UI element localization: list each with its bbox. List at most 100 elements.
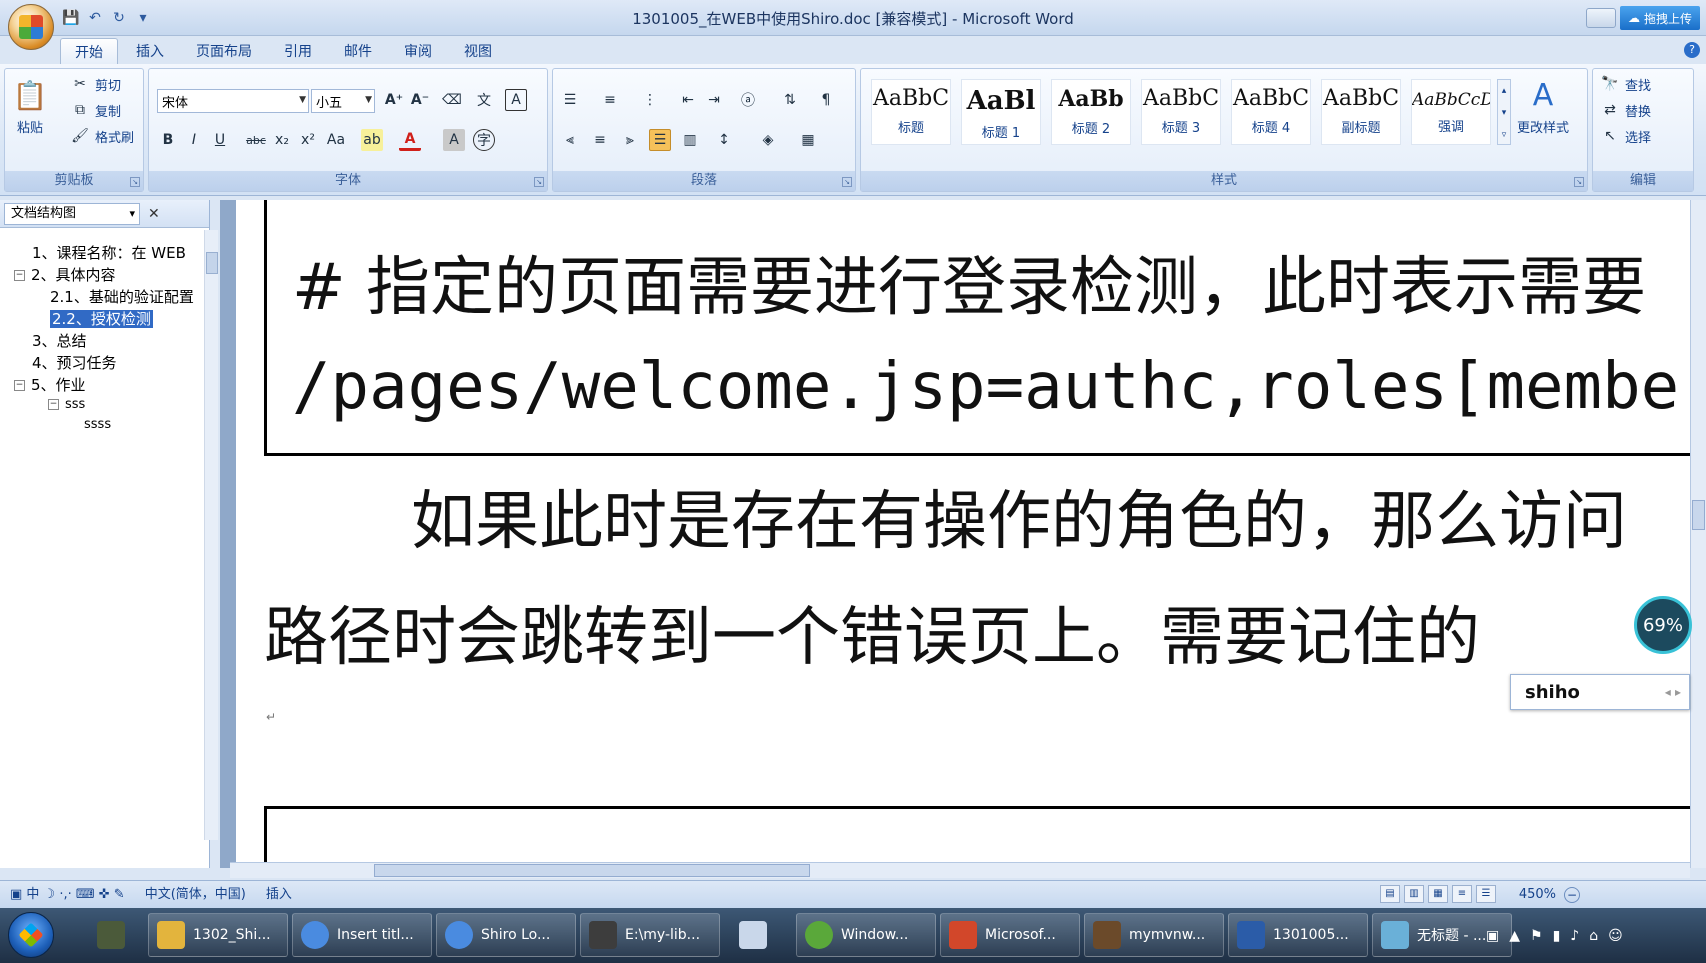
highlight-icon[interactable]: ab bbox=[361, 129, 383, 151]
bold-icon[interactable]: B bbox=[157, 129, 179, 151]
select-button[interactable]: ↖ 选择 bbox=[1599, 125, 1651, 147]
style-heading-4[interactable]: AaBbC 标题 4 bbox=[1231, 79, 1311, 145]
print-layout-icon[interactable]: ▤ bbox=[1380, 885, 1400, 903]
clipboard-launcher-icon[interactable]: ↘ bbox=[130, 177, 140, 187]
taskbar-item[interactable]: Microsof... bbox=[940, 913, 1080, 957]
document-page[interactable]: # 指定的页面需要进行登录检测，此时表示需要 /pages/welcome.js… bbox=[236, 200, 1690, 868]
collapse-icon[interactable]: − bbox=[48, 399, 59, 410]
tree-item[interactable]: ssss bbox=[84, 414, 111, 436]
ime-toolbar[interactable]: ▣ 中 ☽ ·,· ⌨ ✜ ✎ bbox=[0, 881, 135, 909]
clear-format-icon[interactable]: ⌫ bbox=[441, 89, 463, 111]
tree-item[interactable]: 3、总结 bbox=[32, 330, 87, 352]
tree-item[interactable]: 1、课程名称：在 WEB bbox=[32, 242, 186, 264]
find-button[interactable]: 🔭 查找 bbox=[1599, 73, 1651, 95]
arrows-icon[interactable]: ◂ ▸ bbox=[1665, 685, 1681, 699]
cut-button[interactable]: ✂ 剪切 bbox=[69, 73, 121, 95]
home-icon[interactable]: ⌂ bbox=[1589, 928, 1598, 944]
copy-button[interactable]: ⧉ 复制 bbox=[69, 99, 121, 121]
office-button[interactable] bbox=[8, 4, 54, 50]
chinese-layout-icon[interactable]: ⓐ bbox=[737, 89, 759, 111]
phonetic-guide-icon[interactable]: 文 bbox=[473, 89, 495, 111]
char-border-icon[interactable]: A bbox=[505, 89, 527, 111]
flag-icon[interactable]: ⚑ bbox=[1530, 928, 1543, 944]
style-heading-3[interactable]: AaBbC 标题 3 bbox=[1141, 79, 1221, 145]
align-right-icon[interactable]: ⫸ bbox=[619, 129, 641, 151]
scroll-thumb[interactable] bbox=[1692, 500, 1705, 530]
style-subtitle[interactable]: AaBbC 副标题 bbox=[1321, 79, 1401, 145]
line-spacing-icon[interactable]: ↕ bbox=[713, 129, 735, 151]
outline-icon[interactable]: ≡ bbox=[1452, 885, 1472, 903]
italic-icon[interactable]: I bbox=[183, 129, 205, 151]
change-styles-button[interactable]: A 更改样式 bbox=[1517, 75, 1569, 137]
taskbar-item[interactable]: Insert titl... bbox=[292, 913, 432, 957]
collapse-icon[interactable]: − bbox=[14, 380, 25, 391]
replace-button[interactable]: ⇄ 替换 bbox=[1599, 99, 1651, 121]
tab-home[interactable]: 开始 bbox=[60, 38, 118, 64]
ime-icon[interactable]: ▣ bbox=[1486, 928, 1499, 944]
zoom-out-icon[interactable]: − bbox=[1564, 887, 1580, 903]
taskbar-item[interactable]: E:\my-lib... bbox=[580, 913, 720, 957]
grow-font-icon[interactable]: A⁺ bbox=[383, 89, 405, 111]
network-icon[interactable]: ▮ bbox=[1553, 928, 1561, 944]
paragraph-launcher-icon[interactable]: ↘ bbox=[842, 177, 852, 187]
scroll-thumb[interactable] bbox=[374, 864, 810, 877]
taskbar-item[interactable]: Window... bbox=[796, 913, 936, 957]
style-title[interactable]: AaBbC 标题 bbox=[871, 79, 951, 145]
tab-review[interactable]: 审阅 bbox=[390, 38, 446, 64]
language-indicator[interactable]: 中文(简体，中国) bbox=[135, 881, 256, 909]
borders-icon[interactable]: ▦ bbox=[797, 129, 819, 151]
bullets-icon[interactable]: ☰ bbox=[559, 89, 581, 111]
tab-page-layout[interactable]: 页面布局 bbox=[182, 38, 266, 64]
char-shading-icon[interactable]: A bbox=[443, 129, 465, 151]
vertical-scrollbar[interactable] bbox=[1690, 200, 1706, 868]
align-left-icon[interactable]: ⫷ bbox=[559, 129, 581, 151]
tab-mailings[interactable]: 邮件 bbox=[330, 38, 386, 64]
help-icon[interactable]: ? bbox=[1684, 42, 1700, 58]
start-button[interactable] bbox=[8, 912, 54, 958]
increase-indent-icon[interactable]: ⇥ bbox=[703, 89, 725, 111]
font-color-icon[interactable]: A bbox=[399, 129, 421, 151]
upload-button[interactable]: ☁ 拖拽上传 bbox=[1619, 6, 1700, 30]
tree-item-selected[interactable]: 2.2、授权检测 bbox=[50, 308, 153, 330]
change-case-icon[interactable]: Aa bbox=[325, 129, 347, 151]
zoom-level[interactable]: 450% bbox=[1519, 881, 1556, 909]
taskbar-pinned-app[interactable] bbox=[86, 913, 136, 957]
reading-layout-icon[interactable]: ▥ bbox=[1404, 885, 1424, 903]
styles-launcher-icon[interactable]: ↘ bbox=[1574, 177, 1584, 187]
collapse-icon[interactable]: − bbox=[14, 270, 25, 281]
tree-item[interactable]: 4、预习任务 bbox=[32, 352, 117, 374]
show-marks-icon[interactable]: ¶ bbox=[815, 89, 837, 111]
format-painter-button[interactable]: 🖌 格式刷 bbox=[69, 125, 134, 147]
styles-scroll[interactable]: ▴ ▾ ▿ bbox=[1497, 79, 1511, 145]
minimize-button[interactable] bbox=[1585, 8, 1616, 28]
font-size-select[interactable]: 小五 ▼ bbox=[311, 89, 375, 113]
horizontal-scrollbar[interactable] bbox=[230, 862, 1690, 878]
shrink-font-icon[interactable]: A⁻ bbox=[409, 89, 431, 111]
tree-item[interactable]: −2、具体内容 bbox=[14, 264, 116, 286]
tab-insert[interactable]: 插入 bbox=[122, 38, 178, 64]
strikethrough-icon[interactable]: abc bbox=[245, 129, 267, 151]
decrease-indent-icon[interactable]: ⇤ bbox=[677, 89, 699, 111]
web-layout-icon[interactable]: ▦ bbox=[1428, 885, 1448, 903]
smile-icon[interactable]: ☺ bbox=[1608, 928, 1623, 944]
enclose-char-icon[interactable]: 字 bbox=[473, 129, 495, 151]
scroll-thumb[interactable] bbox=[206, 252, 218, 274]
multilevel-list-icon[interactable]: ⋮ bbox=[639, 89, 661, 111]
shading-icon[interactable]: ◈ bbox=[757, 129, 779, 151]
justify-icon[interactable]: ☰ bbox=[649, 129, 671, 151]
taskbar-item[interactable]: Shiro Lo... bbox=[436, 913, 576, 957]
insert-mode-indicator[interactable]: 插入 bbox=[256, 881, 302, 909]
paste-button[interactable]: 📋 粘贴 bbox=[13, 75, 48, 137]
subscript-icon[interactable]: x₂ bbox=[271, 129, 293, 151]
superscript-icon[interactable]: x² bbox=[297, 129, 319, 151]
tab-view[interactable]: 视图 bbox=[450, 38, 506, 64]
align-center-icon[interactable]: ≡ bbox=[589, 129, 611, 151]
tree-item[interactable]: −5、作业 bbox=[14, 374, 86, 396]
close-icon[interactable]: ✕ bbox=[148, 206, 160, 222]
font-launcher-icon[interactable]: ↘ bbox=[534, 177, 544, 187]
tab-references[interactable]: 引用 bbox=[270, 38, 326, 64]
font-name-select[interactable]: 宋体 ▼ bbox=[157, 89, 309, 113]
distributed-icon[interactable]: ▥ bbox=[679, 129, 701, 151]
draft-icon[interactable]: ☰ bbox=[1476, 885, 1496, 903]
sort-icon[interactable]: ⇅ bbox=[779, 89, 801, 111]
